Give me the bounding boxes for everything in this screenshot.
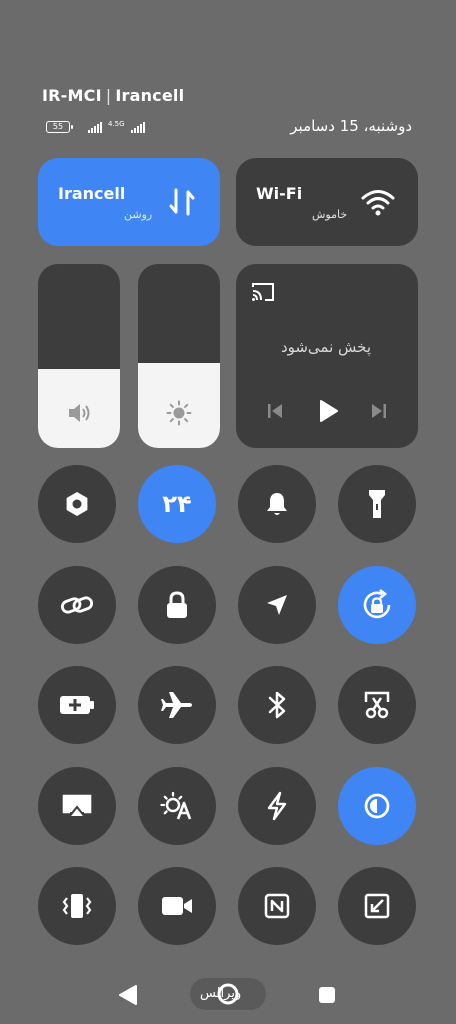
previous-icon[interactable] [266, 402, 284, 420]
location-arrow-icon [267, 595, 287, 615]
airplane-icon [161, 692, 192, 718]
location-toggle[interactable] [238, 566, 316, 644]
nfc-toggle[interactable] [238, 867, 316, 945]
link-toggle[interactable] [38, 566, 116, 644]
rotation-lock-icon [363, 588, 391, 619]
bluetooth-toggle[interactable] [238, 666, 316, 744]
lightning-icon [267, 791, 287, 821]
auto-brightness-toggle[interactable] [138, 767, 216, 845]
wifi-title: Wi-Fi [256, 184, 303, 203]
floating-window-toggle[interactable] [338, 867, 416, 945]
play-icon[interactable] [316, 399, 340, 423]
bell-icon [267, 493, 287, 515]
next-icon[interactable] [370, 402, 388, 420]
lock-icon [167, 591, 187, 618]
wifi-icon [361, 190, 395, 216]
navigation-bar: ویرالس [0, 970, 456, 1020]
carrier-separator: | [105, 86, 112, 105]
battery-icon: 55 [46, 121, 73, 133]
date-label: دوشنبه، 15 دسامبر [290, 117, 412, 135]
status-icons: 55 4.5G [46, 119, 145, 135]
bluetooth-icon [268, 691, 286, 719]
carrier-label: IR-MCI | Irancell [42, 86, 184, 105]
mobile-data-icon [169, 188, 195, 216]
media-tile[interactable]: پخش نمی‌شود [236, 264, 418, 448]
brightness-slider[interactable] [138, 264, 220, 448]
vibrate-toggle[interactable] [38, 867, 116, 945]
clock-24h-toggle[interactable]: ۲۴ [138, 465, 216, 543]
link-icon [60, 596, 94, 614]
dark-mode-toggle[interactable] [338, 767, 416, 845]
flashlight-toggle[interactable] [338, 465, 416, 543]
signal-icon-1 [88, 121, 102, 133]
screen-record-toggle[interactable] [138, 867, 216, 945]
floating-window-icon [364, 893, 390, 919]
rotation-lock-toggle[interactable] [338, 566, 416, 644]
vibrate-icon [62, 894, 92, 918]
auto-brightness-icon [160, 791, 192, 820]
settings-toggle[interactable] [38, 465, 116, 543]
volume-icon [69, 404, 90, 422]
volume-slider[interactable] [38, 264, 120, 448]
network-type: 4.5G [108, 120, 125, 128]
notification-toggle[interactable] [238, 465, 316, 543]
wifi-tile[interactable]: Wi-Fi خاموش [236, 158, 418, 246]
performance-toggle[interactable] [238, 767, 316, 845]
brightness-icon [166, 400, 192, 426]
screen-cast-icon [62, 794, 92, 818]
clock-24h-label: ۲۴ [162, 490, 192, 518]
contrast-icon [364, 793, 390, 819]
back-icon[interactable] [118, 984, 138, 1006]
media-status: پخش نمی‌شود [280, 338, 372, 356]
settings-hex-icon [66, 492, 88, 516]
mobile-data-status: روشن [124, 208, 153, 221]
carrier-1: IR-MCI [42, 86, 102, 105]
nfc-icon [264, 893, 290, 919]
video-camera-icon [162, 897, 192, 915]
carrier-2: Irancell [115, 86, 185, 105]
lock-toggle[interactable] [138, 566, 216, 644]
signal-icon-2 [130, 121, 145, 133]
recents-icon[interactable] [318, 986, 336, 1004]
scissors-icon [364, 691, 390, 719]
flashlight-icon [369, 490, 385, 518]
airplane-mode-toggle[interactable] [138, 666, 216, 744]
screenshot-toggle[interactable] [338, 666, 416, 744]
mobile-data-tile[interactable]: Irancell روشن [38, 158, 220, 246]
wifi-status: خاموش [312, 208, 348, 221]
cast-icon[interactable] [250, 281, 276, 303]
mobile-data-title: Irancell [58, 184, 126, 203]
battery-saver-icon [60, 696, 94, 714]
home-circle-icon [217, 983, 239, 1005]
screen-cast-toggle[interactable] [38, 767, 116, 845]
battery-saver-toggle[interactable] [38, 666, 116, 744]
